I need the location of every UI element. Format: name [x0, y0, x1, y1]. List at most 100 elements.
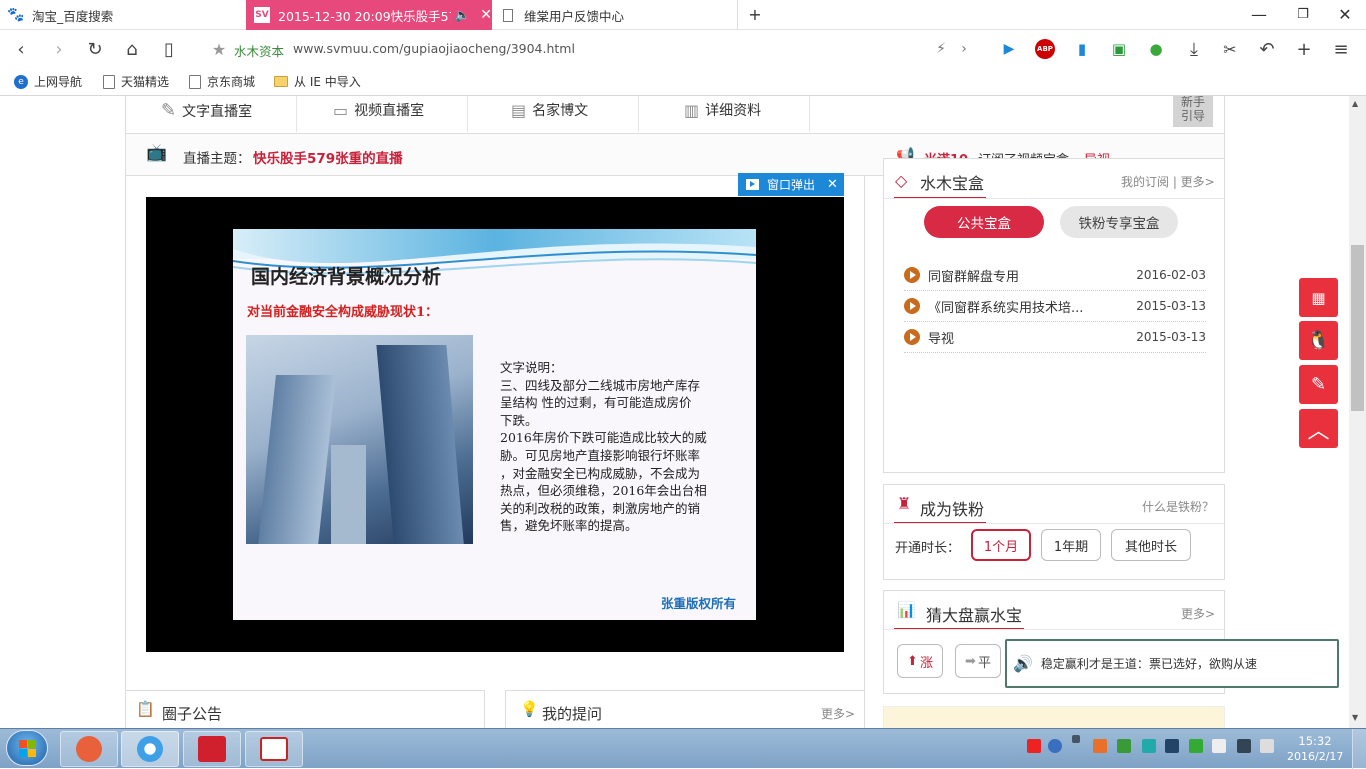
network-icon[interactable]	[1237, 739, 1251, 753]
right-arrow-icon: ➡	[965, 653, 976, 669]
list-item[interactable]: 同窗群解盘专用 2016-02-03	[904, 260, 1206, 291]
bookmark-ie-import[interactable]: 从 IE 中导入	[274, 73, 361, 90]
help-icon[interactable]	[1048, 739, 1062, 753]
video-player[interactable]: 国内经济背景概况分析 对当前金融安全构成威胁现状1： 文字说明： 三、四线及部分…	[146, 197, 844, 652]
questions-more-link[interactable]: 更多>	[821, 705, 855, 722]
tab-feedback[interactable]: 维棠用户反馈中心	[492, 0, 738, 30]
page-scrollbar[interactable]: ▲ ▼	[1349, 96, 1366, 728]
newbie-guide-button[interactable]: 新手 引导	[1173, 96, 1213, 127]
bookmark-jd[interactable]: 京东商城	[189, 73, 255, 90]
questions-panel: 💡 我的提问 更多>	[505, 690, 865, 728]
skyscraper-image	[246, 335, 473, 544]
tab-taobao-search[interactable]: 🐾 淘宝_百度搜索	[0, 0, 246, 30]
bluetooth-icon[interactable]	[1165, 739, 1179, 753]
volume-icon[interactable]	[1260, 739, 1274, 753]
slide-line: 胁。可见房地产直接影响银行坏账率	[500, 447, 701, 463]
taskbar-browser[interactable]	[121, 731, 179, 767]
duration-1month[interactable]: 1个月	[971, 529, 1031, 561]
reader-icon[interactable]: ▯	[158, 38, 180, 60]
page-content: ✎ 文字直播室 ▭ 视频直播室 ▤ 名家博文 ▥ 详细资料 新手 引导 📺 直播主题： …	[0, 96, 1349, 728]
wechat-icon[interactable]: ●	[1145, 38, 1167, 60]
tab-fans-box[interactable]: 铁粉专享宝盒	[1060, 206, 1178, 238]
speaker-icon[interactable]: 🔈	[455, 7, 471, 23]
scroll-down-icon[interactable]: ▼	[1352, 713, 1358, 722]
tab-live-video[interactable]: SV 2015-12-30 20:09快乐股手579 🔈 ✕	[246, 0, 492, 30]
tab-blog[interactable]: ▤ 名家博文	[511, 100, 588, 120]
tray-expand-icon[interactable]	[1072, 735, 1080, 743]
back-to-top-icon[interactable]: ︿	[1299, 409, 1338, 448]
window-close-icon[interactable]: ✕	[1335, 5, 1355, 25]
tray-app-icon[interactable]	[1142, 739, 1156, 753]
new-tab-icon[interactable]: +	[745, 5, 765, 25]
adblock-icon[interactable]: ABP	[1034, 38, 1056, 60]
address-toolbar: ‹ › ↻ ⌂ ▯ ★ 水木资本 www.svmuu.com/gupiaojia…	[0, 30, 1366, 66]
restore-icon[interactable]: ❐	[1293, 5, 1313, 25]
rocket-icon: ♜	[897, 494, 912, 513]
back-icon[interactable]: ‹	[10, 38, 32, 60]
what-is-fan-link[interactable]: 什么是铁粉？	[1142, 498, 1214, 515]
treasure-box-links[interactable]: 我的订阅 | 更多>	[1121, 173, 1215, 190]
tab-video-live[interactable]: ▭ 视频直播室	[333, 100, 424, 120]
show-desktop-button[interactable]	[1352, 729, 1366, 769]
room-nav: ✎ 文字直播室 ▭ 视频直播室 ▤ 名家博文 ▥ 详细资料 新手 引导	[125, 96, 1225, 134]
star-icon[interactable]: ★	[208, 38, 230, 60]
treasure-box-title: 水木宝盒	[920, 174, 985, 193]
bookmark-tmall[interactable]: 天猫精选	[103, 73, 169, 90]
tab-label: 2015-12-30 20:09快乐股手579	[278, 8, 451, 24]
sogou-icon[interactable]	[1027, 739, 1041, 753]
train-icon[interactable]: ▣	[1108, 38, 1130, 60]
questions-title: 我的提问	[542, 705, 603, 723]
tray-app-icon[interactable]	[1189, 739, 1203, 753]
play-extension-icon[interactable]: ▶	[998, 38, 1020, 60]
qr-code-icon[interactable]: ▦	[1299, 278, 1338, 317]
duration-1year[interactable]: 1年期	[1041, 529, 1101, 561]
topic-label: 直播主题：	[183, 151, 251, 167]
guess-title: 猜大盘赢水宝	[926, 606, 1023, 625]
taskbar-app-4[interactable]	[245, 731, 303, 767]
video-camera-icon: ▭	[333, 100, 349, 120]
flat-button[interactable]: ➡ 平	[955, 644, 1001, 678]
reload-icon[interactable]: ↻	[84, 38, 106, 60]
scroll-up-icon[interactable]: ▲	[1352, 99, 1358, 108]
browser-icon	[137, 736, 163, 762]
scroll-thumb[interactable]	[1351, 245, 1364, 411]
taskbar-app-1[interactable]	[60, 731, 118, 767]
start-button[interactable]	[6, 730, 48, 766]
list-item[interactable]: 《同窗群系统实用技术培... 2015-03-13	[904, 291, 1206, 322]
edit-icon[interactable]: ✎	[1299, 365, 1338, 404]
page-icon	[103, 74, 115, 89]
url-field[interactable]: www.svmuu.com/gupiaojiaocheng/3904.html	[293, 41, 575, 56]
taskbar-app-3[interactable]	[183, 731, 241, 767]
fans-panel: ♜ 成为铁粉 什么是铁粉？ 开通时长： 1个月 1年期 其他时长	[883, 484, 1225, 580]
lightning-icon[interactable]: ⚡	[930, 38, 952, 60]
popout-button[interactable]: 窗口弹出 ✕	[738, 173, 844, 196]
forward-icon[interactable]: ›	[48, 38, 70, 60]
nav-tab-label: 文字直播室	[182, 103, 253, 120]
tab-details[interactable]: ▥ 详细资料	[684, 100, 761, 120]
menu-icon[interactable]: ≡	[1330, 38, 1352, 60]
tray-app-icon[interactable]	[1093, 739, 1107, 753]
undo-icon[interactable]: ↶	[1256, 38, 1278, 60]
tab-public-box[interactable]: 公共宝盒	[924, 206, 1044, 238]
item-name: 导视	[928, 331, 955, 347]
guess-more-link[interactable]: 更多>	[1181, 605, 1215, 622]
scissors-icon[interactable]: ✂	[1219, 38, 1241, 60]
document-search-icon: ▥	[684, 100, 700, 120]
qq-icon[interactable]: 🐧	[1299, 321, 1338, 360]
minimize-icon[interactable]: —	[1249, 5, 1269, 25]
tab-text-live[interactable]: ✎ 文字直播室	[161, 100, 252, 121]
list-item[interactable]: 导视 2015-03-13	[904, 322, 1206, 353]
usb-icon[interactable]	[1212, 739, 1226, 753]
chevron-right-icon[interactable]: ›	[953, 38, 975, 60]
plus-icon[interactable]: +	[1293, 38, 1315, 60]
bookmark-nav[interactable]: e 上网导航	[14, 73, 82, 90]
popout-close-icon[interactable]: ✕	[827, 177, 838, 192]
home-icon[interactable]: ⌂	[121, 38, 143, 60]
item-date: 2015-03-13	[1136, 299, 1206, 313]
download-icon[interactable]: ⤓	[1183, 38, 1205, 60]
duration-other[interactable]: 其他时长	[1111, 529, 1191, 561]
phone-icon[interactable]: ▮	[1071, 38, 1093, 60]
tab-close-icon[interactable]: ✕	[480, 7, 492, 23]
tray-app-icon[interactable]	[1117, 739, 1131, 753]
rise-button[interactable]: ⬆ 涨	[897, 644, 943, 678]
